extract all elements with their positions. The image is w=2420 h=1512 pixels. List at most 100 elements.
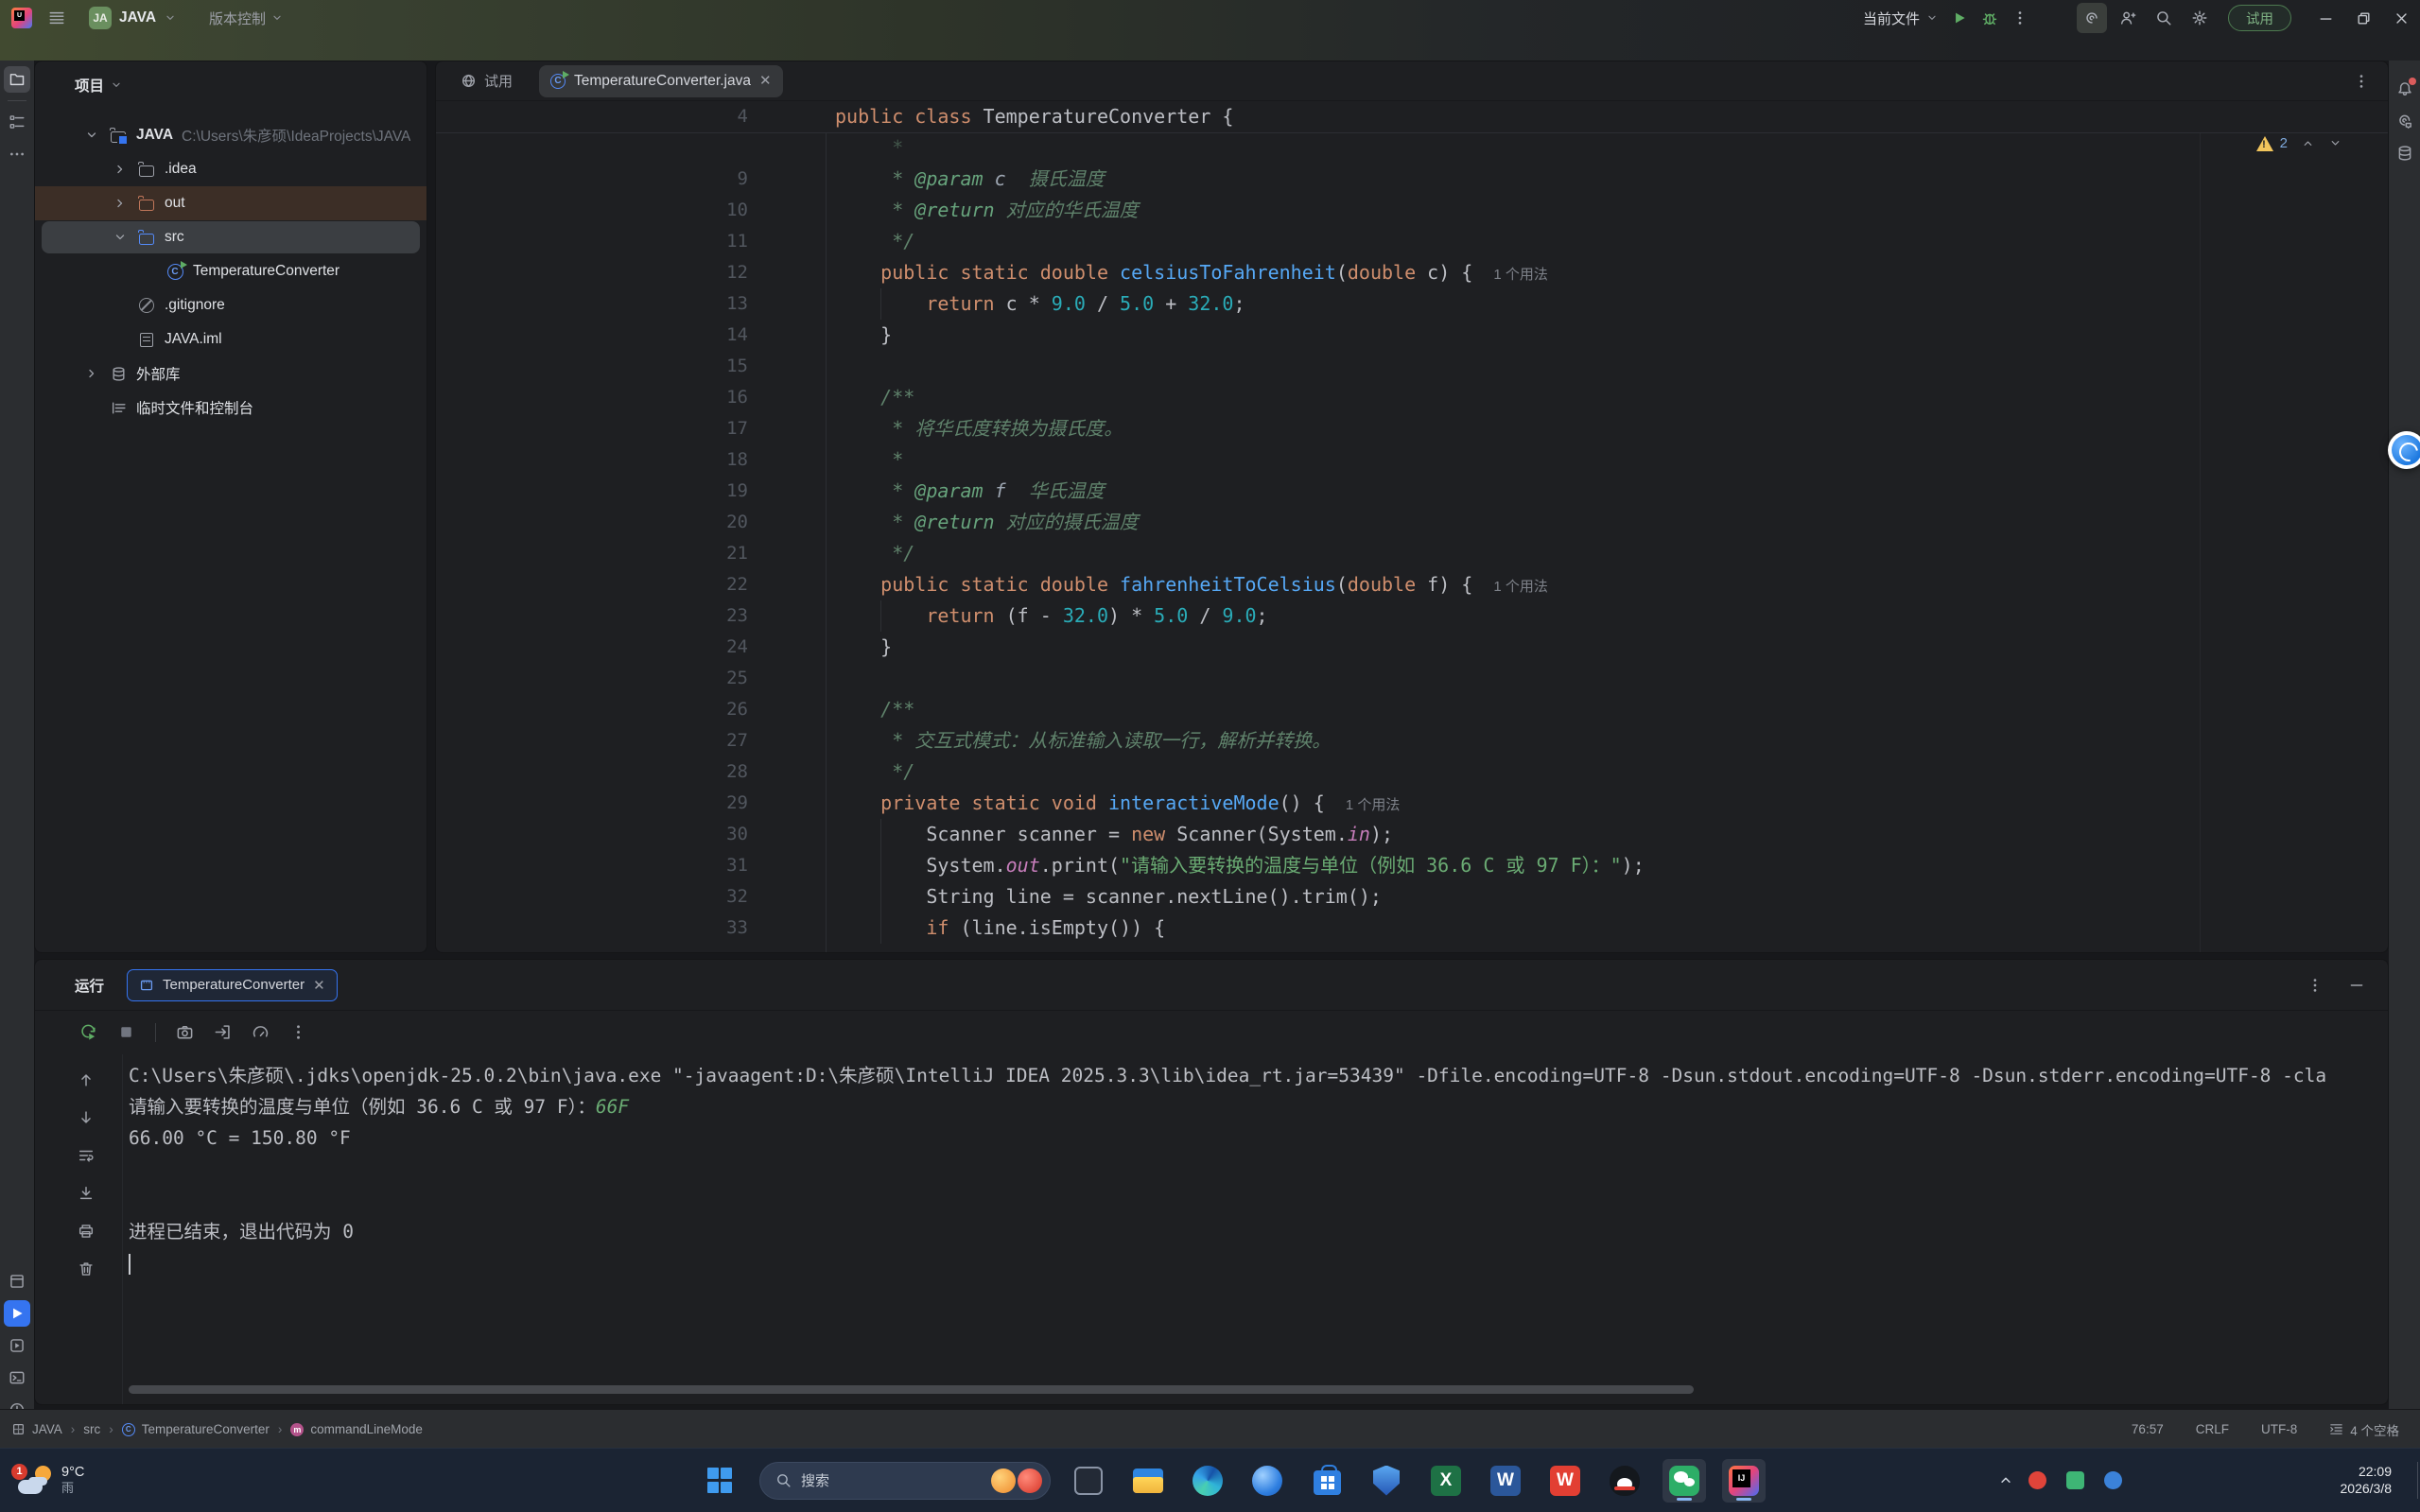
tree-item-src[interactable]: src: [35, 220, 427, 254]
main-menu-button[interactable]: [42, 3, 72, 33]
tree-item-java[interactable]: JAVAC:\Users\朱彦硕\IdeaProjects\JAVA: [35, 118, 427, 152]
next-problem-icon[interactable]: [2328, 136, 2342, 150]
breadcrumb-src[interactable]: src: [83, 1422, 100, 1436]
usages-hint[interactable]: 1 个用法: [1484, 579, 1548, 595]
profiler-icon[interactable]: [252, 1023, 270, 1041]
project-widget[interactable]: JA JAVA: [89, 7, 177, 29]
code-line: 20 * @return 对应的摄氏温度: [436, 507, 2388, 538]
project-stripe-button[interactable]: [4, 66, 30, 93]
commit-stripe-button[interactable]: [4, 109, 30, 135]
database-tool-button[interactable]: [2392, 140, 2418, 166]
up-stack-icon[interactable]: [78, 1071, 95, 1088]
close-run-tab-icon[interactable]: ✕: [313, 977, 325, 994]
build-stripe-button[interactable]: [4, 1268, 30, 1295]
vcs-widget[interactable]: 版本控制: [209, 9, 284, 28]
ai-assistant-tool-button[interactable]: [2392, 108, 2418, 134]
taskbar-app-intellij-idea[interactable]: [1722, 1459, 1766, 1503]
run-stripe-button[interactable]: [4, 1300, 30, 1327]
more-run-options-button[interactable]: [2005, 3, 2035, 33]
chevron-icon[interactable]: [113, 196, 128, 211]
run-options-icon[interactable]: [2307, 977, 2324, 994]
clear-console-icon[interactable]: [78, 1260, 95, 1277]
taskbar-app-browser[interactable]: [1245, 1459, 1289, 1503]
inspections-widget[interactable]: 2: [2256, 135, 2342, 151]
close-tab-icon[interactable]: ✕: [759, 74, 772, 88]
show-desktop-sliver[interactable]: [2417, 1462, 2418, 1499]
taskbar-clock[interactable]: 22:09 2026/3/8: [2341, 1463, 2393, 1497]
taskbar-app-word[interactable]: W: [1484, 1459, 1527, 1503]
project-panel-header[interactable]: 项目: [35, 61, 427, 105]
breadcrumb-temperatureconverter[interactable]: CTemperatureConverter: [122, 1422, 270, 1436]
taskbar-app-excel[interactable]: X: [1424, 1459, 1468, 1503]
horizontal-scrollbar[interactable]: [129, 1385, 1694, 1394]
tray-overflow-icon[interactable]: [1997, 1471, 2014, 1488]
stop-icon[interactable]: [117, 1023, 135, 1041]
tree-item--gitignore[interactable]: .gitignore: [35, 288, 427, 322]
ai-floating-button[interactable]: [2388, 431, 2420, 469]
debug-button[interactable]: [1975, 3, 2005, 33]
restore-button[interactable]: [2344, 3, 2382, 33]
line-separator[interactable]: CRLF: [2196, 1422, 2229, 1436]
taskbar-app-wps[interactable]: W: [1543, 1459, 1587, 1503]
indent-setting[interactable]: 4 个空格: [2329, 1420, 2399, 1439]
breadcrumb-commandlinemode[interactable]: mcommandLineMode: [290, 1422, 423, 1436]
more-tool-windows-button[interactable]: [4, 141, 30, 167]
code-with-me-button[interactable]: [2113, 3, 2143, 33]
taskbar-app-file-explorer[interactable]: [1126, 1459, 1170, 1503]
prev-problem-icon[interactable]: [2301, 136, 2315, 150]
tree-item-java-iml[interactable]: JAVA.iml: [35, 322, 427, 356]
tree-item--[interactable]: 临时文件和控制台: [35, 391, 427, 425]
trial-button[interactable]: 试用: [2228, 5, 2291, 31]
editor-options-button[interactable]: [2346, 66, 2376, 96]
taskbar-app-wechat[interactable]: [1663, 1459, 1706, 1503]
run-tab-temperatureconverter[interactable]: TemperatureConverter ✕: [127, 969, 338, 1001]
breadcrumb-java[interactable]: JAVA: [11, 1422, 62, 1436]
chevron-icon[interactable]: [113, 230, 128, 245]
file-encoding[interactable]: UTF-8: [2261, 1422, 2297, 1436]
run-config-widget[interactable]: 当前文件: [1863, 9, 1939, 28]
tree-item-out[interactable]: out: [35, 186, 427, 220]
taskbar-app-security[interactable]: [1365, 1459, 1408, 1503]
print-icon[interactable]: [78, 1223, 95, 1240]
tree-item--idea[interactable]: .idea: [35, 152, 427, 186]
taskbar-app-ms-store[interactable]: [1305, 1459, 1349, 1503]
caret-position[interactable]: 76:57: [2132, 1422, 2164, 1436]
taskbar-app-edge[interactable]: [1186, 1459, 1229, 1503]
ai-assistant-button[interactable]: [2077, 3, 2107, 33]
taskbar-app-app-window[interactable]: [1067, 1459, 1110, 1503]
services-stripe-button[interactable]: [4, 1332, 30, 1359]
code-editor[interactable]: 4public class TemperatureConverter { *9 …: [436, 101, 2388, 952]
console-output[interactable]: C:\Users\朱彦硕\.jdks\openjdk-25.0.2\bin\ja…: [129, 1060, 2380, 1376]
taskbar-search[interactable]: 搜索: [759, 1462, 1051, 1500]
tray-red-icon[interactable]: [2028, 1471, 2046, 1489]
taskbar-app-qq[interactable]: [1603, 1459, 1646, 1503]
down-stack-icon[interactable]: [78, 1109, 95, 1126]
terminal-stripe-button[interactable]: [4, 1364, 30, 1391]
memory-snapshot-icon[interactable]: [176, 1023, 194, 1041]
rerun-icon[interactable]: [79, 1023, 97, 1041]
soft-wrap-icon[interactable]: [78, 1147, 95, 1164]
notifications-button[interactable]: [2392, 76, 2418, 102]
scroll-to-end-icon[interactable]: [78, 1185, 95, 1202]
tray-blue-icon[interactable]: [2104, 1471, 2122, 1489]
minimize-button[interactable]: [2307, 3, 2344, 33]
weather-widget[interactable]: 1 9°C 雨: [9, 1449, 92, 1512]
tree-item-temperatureconverter[interactable]: CTemperatureConverter: [35, 254, 427, 288]
usages-hint[interactable]: 1 个用法: [1336, 797, 1401, 813]
start-button[interactable]: [700, 1459, 743, 1503]
tab-temperatureconverter-java[interactable]: C TemperatureConverter.java ✕: [539, 65, 783, 97]
toolbar-more-icon[interactable]: [289, 1023, 307, 1041]
run-button[interactable]: [1944, 3, 1975, 33]
chevron-icon[interactable]: [84, 366, 99, 381]
tree-item--[interactable]: 外部库: [35, 356, 427, 391]
tray-green-icon[interactable]: [2066, 1471, 2084, 1489]
tab-trial[interactable]: 试用: [447, 71, 526, 91]
close-button[interactable]: [2382, 3, 2420, 33]
search-everywhere-button[interactable]: [2149, 3, 2179, 33]
usages-hint[interactable]: 1 个用法: [1484, 267, 1548, 283]
attach-profiler-icon[interactable]: [214, 1023, 232, 1041]
chevron-icon[interactable]: [113, 162, 128, 177]
hide-panel-icon[interactable]: [2348, 977, 2365, 994]
chevron-icon[interactable]: [84, 128, 99, 143]
settings-button[interactable]: [2185, 3, 2215, 33]
